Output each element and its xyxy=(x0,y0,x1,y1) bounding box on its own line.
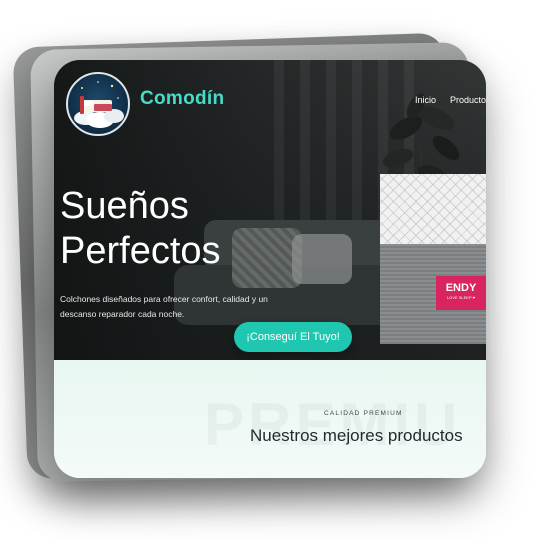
hero-title: Sueños Perfectos xyxy=(60,184,221,274)
hero-title-line-2: Perfectos xyxy=(60,230,221,272)
pillow xyxy=(292,234,352,284)
section-eyebrow: CALIDAD PREMIUM xyxy=(324,410,403,417)
bed-on-clouds-icon xyxy=(74,81,124,128)
site-header: Comodín Inicio Producto xyxy=(54,60,486,140)
website-preview-card: Comodín Inicio Producto Sueños Perfectos… xyxy=(54,60,486,478)
nav-item-inicio[interactable]: Inicio xyxy=(415,95,436,105)
hero-section: Comodín Inicio Producto Sueños Perfectos… xyxy=(54,60,486,360)
get-yours-button[interactable]: ¡Conseguí El Tuyo! xyxy=(234,322,352,352)
mattress-image: ENDY LOVE SLEEP ♥ xyxy=(380,174,486,344)
products-section: PREMIU CALIDAD PREMIUM Nuestros mejores … xyxy=(54,360,486,478)
mattress-brand-label: ENDY LOVE SLEEP ♥ xyxy=(436,276,486,310)
brand-name[interactable]: Comodín xyxy=(140,88,224,110)
mattress-top xyxy=(380,174,486,244)
nav-item-productos[interactable]: Producto xyxy=(450,95,486,105)
mattress-tagline: LOVE SLEEP ♥ xyxy=(446,295,476,300)
section-watermark: PREMIU xyxy=(204,390,461,459)
logo[interactable] xyxy=(66,72,130,136)
main-nav: Inicio Producto xyxy=(415,95,486,105)
hero-title-line-1: Sueños xyxy=(60,185,189,227)
section-title: Nuestros mejores productos xyxy=(250,426,463,445)
hero-description: Colchones diseñados para ofrecer confort… xyxy=(60,294,268,319)
mattress-brand-text: ENDY xyxy=(445,282,477,294)
